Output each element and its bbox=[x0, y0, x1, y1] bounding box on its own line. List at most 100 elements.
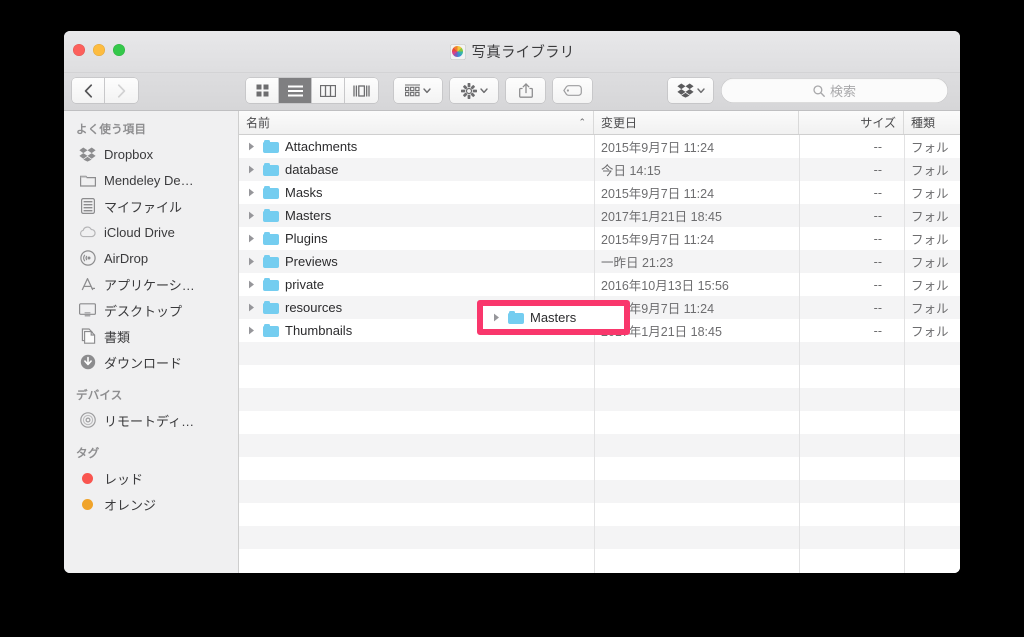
cell-kind: フォル bbox=[911, 256, 949, 270]
empty-row bbox=[239, 365, 960, 388]
folder-icon bbox=[263, 209, 279, 222]
disclosure-triangle-icon[interactable] bbox=[246, 303, 257, 312]
sidebar-item-downloads[interactable]: ダウンロード bbox=[64, 349, 238, 375]
table-row[interactable]: private 2016年10月13日 15:56 -- フォル bbox=[239, 273, 960, 296]
share-button[interactable] bbox=[506, 78, 545, 103]
sidebar-item-airdrop[interactable]: AirDrop bbox=[64, 245, 238, 271]
disclosure-triangle-icon[interactable] bbox=[246, 326, 257, 335]
sidebar-item-documents[interactable]: 書類 bbox=[64, 323, 238, 349]
sidebar-item-label: マイファイル bbox=[104, 199, 183, 215]
file-list-column-headers: 名前 ⌃ 変更日 サイズ 種類 bbox=[239, 111, 960, 135]
column-header-name[interactable]: 名前 ⌃ bbox=[239, 111, 594, 134]
chevron-down-icon bbox=[479, 87, 488, 93]
gallery-view-icon bbox=[353, 84, 370, 97]
cell-date-modified: 2015年9月7日 11:24 bbox=[601, 187, 715, 201]
close-window-button[interactable] bbox=[73, 44, 85, 56]
search-icon bbox=[813, 84, 825, 97]
column-header-size[interactable]: サイズ bbox=[799, 111, 904, 134]
column-separator bbox=[799, 135, 800, 573]
photos-library-icon bbox=[449, 43, 466, 60]
cell-size: -- bbox=[873, 185, 882, 200]
disclosure-triangle-icon[interactable] bbox=[246, 188, 257, 197]
disclosure-triangle-icon[interactable] bbox=[491, 313, 502, 322]
empty-row bbox=[239, 480, 960, 503]
disclosure-triangle-icon[interactable] bbox=[246, 211, 257, 220]
sidebar-item-mendeley-desktop[interactable]: Mendeley De… bbox=[64, 167, 238, 193]
cell-kind: フォル bbox=[911, 302, 949, 316]
sidebar-item-label: オレンジ bbox=[104, 497, 157, 513]
cell-name: private bbox=[239, 277, 594, 292]
table-row[interactable]: Masks 2015年9月7日 11:24 -- フォル bbox=[239, 181, 960, 204]
forward-button[interactable] bbox=[105, 78, 138, 103]
arrange-by-icon bbox=[405, 84, 420, 97]
empty-row bbox=[239, 411, 960, 434]
minimize-window-button[interactable] bbox=[93, 44, 105, 56]
table-row[interactable]: Plugins 2015年9月7日 11:24 -- フォル bbox=[239, 227, 960, 250]
sidebar-item-label: 書類 bbox=[104, 329, 131, 345]
cell-kind: フォル bbox=[911, 141, 949, 155]
add-tags-button[interactable] bbox=[553, 78, 592, 103]
cell-name: Masks bbox=[239, 185, 594, 200]
cell-date-modified: 2015年9月7日 11:24 bbox=[601, 141, 715, 155]
cell-name: database bbox=[239, 162, 594, 177]
disclosure-triangle-icon[interactable] bbox=[246, 142, 257, 151]
dropbox-menu-button[interactable] bbox=[668, 78, 713, 103]
cell-size: -- bbox=[873, 277, 882, 292]
cell-name: Previews bbox=[239, 254, 594, 269]
folder-icon bbox=[263, 140, 279, 153]
disclosure-triangle-icon[interactable] bbox=[246, 280, 257, 289]
page-title: 写真ライブラリ bbox=[471, 45, 575, 61]
file-name: Attachments bbox=[285, 139, 358, 154]
cell-kind: フォル bbox=[911, 279, 949, 293]
sidebar-item-remote-disc[interactable]: リモートディ… bbox=[64, 407, 238, 433]
table-row[interactable]: Masters 2017年1月21日 18:45 -- フォル bbox=[239, 204, 960, 227]
disclosure-triangle-icon[interactable] bbox=[246, 165, 257, 174]
column-view-button[interactable] bbox=[312, 78, 345, 103]
toolbar: 検索 bbox=[64, 73, 960, 111]
gallery-view-button[interactable] bbox=[345, 78, 378, 103]
table-row[interactable]: Previews 一昨日 21:23 -- フォル bbox=[239, 250, 960, 273]
cell-date-modified: 2015年9月7日 11:24 bbox=[601, 233, 715, 247]
cell-date-modified: 今日 14:15 bbox=[601, 164, 661, 178]
icon-view-button[interactable] bbox=[246, 78, 279, 103]
cell-kind: フォル bbox=[911, 325, 949, 339]
sidebar-item-tag-orange[interactable]: オレンジ bbox=[64, 491, 238, 517]
empty-row bbox=[239, 342, 960, 365]
search-input[interactable]: 検索 bbox=[721, 78, 948, 103]
folder-icon bbox=[263, 324, 279, 337]
back-button[interactable] bbox=[72, 78, 105, 103]
cell-kind: フォル bbox=[911, 164, 949, 178]
sidebar-item-label: Mendeley De… bbox=[104, 172, 194, 188]
action-menu-button[interactable] bbox=[450, 78, 498, 103]
sidebar-item-label: デスクトップ bbox=[104, 303, 183, 319]
disclosure-triangle-icon[interactable] bbox=[246, 234, 257, 243]
list-view-button[interactable] bbox=[279, 78, 312, 103]
column-header-date-modified[interactable]: 変更日 bbox=[594, 111, 799, 134]
empty-row bbox=[239, 503, 960, 526]
sidebar-item-dropbox[interactable]: Dropbox bbox=[64, 141, 238, 167]
sidebar-item-tag-red[interactable]: レッド bbox=[64, 465, 238, 491]
column-separator bbox=[594, 135, 595, 573]
cell-kind: フォル bbox=[911, 187, 949, 201]
folder-icon bbox=[79, 172, 96, 189]
cell-size: -- bbox=[873, 254, 882, 269]
file-name: resources bbox=[285, 300, 343, 315]
maximize-window-button[interactable] bbox=[113, 44, 125, 56]
cell-size: -- bbox=[873, 323, 882, 338]
file-name: Plugins bbox=[285, 231, 328, 246]
sidebar: よく使う項目 Dropbox Mendeley De… マイファイル iClou… bbox=[64, 111, 239, 573]
folder-icon bbox=[263, 255, 279, 268]
arrange-by-button[interactable] bbox=[394, 78, 442, 103]
disclosure-triangle-icon[interactable] bbox=[246, 257, 257, 266]
table-row[interactable]: Attachments 2015年9月7日 11:24 -- フォル bbox=[239, 135, 960, 158]
column-header-kind[interactable]: 種類 bbox=[904, 111, 960, 134]
tag-dot-icon bbox=[79, 470, 96, 487]
sidebar-item-all-my-files[interactable]: マイファイル bbox=[64, 193, 238, 219]
cell-size: -- bbox=[873, 162, 882, 177]
sidebar-item-desktop[interactable]: デスクトップ bbox=[64, 297, 238, 323]
table-row[interactable]: database 今日 14:15 -- フォル bbox=[239, 158, 960, 181]
sidebar-item-applications[interactable]: アプリケーシ… bbox=[64, 271, 238, 297]
sidebar-item-icloud-drive[interactable]: iCloud Drive bbox=[64, 219, 238, 245]
window-titlebar[interactable]: 写真ライブラリ bbox=[64, 31, 960, 73]
applications-icon bbox=[79, 276, 96, 293]
